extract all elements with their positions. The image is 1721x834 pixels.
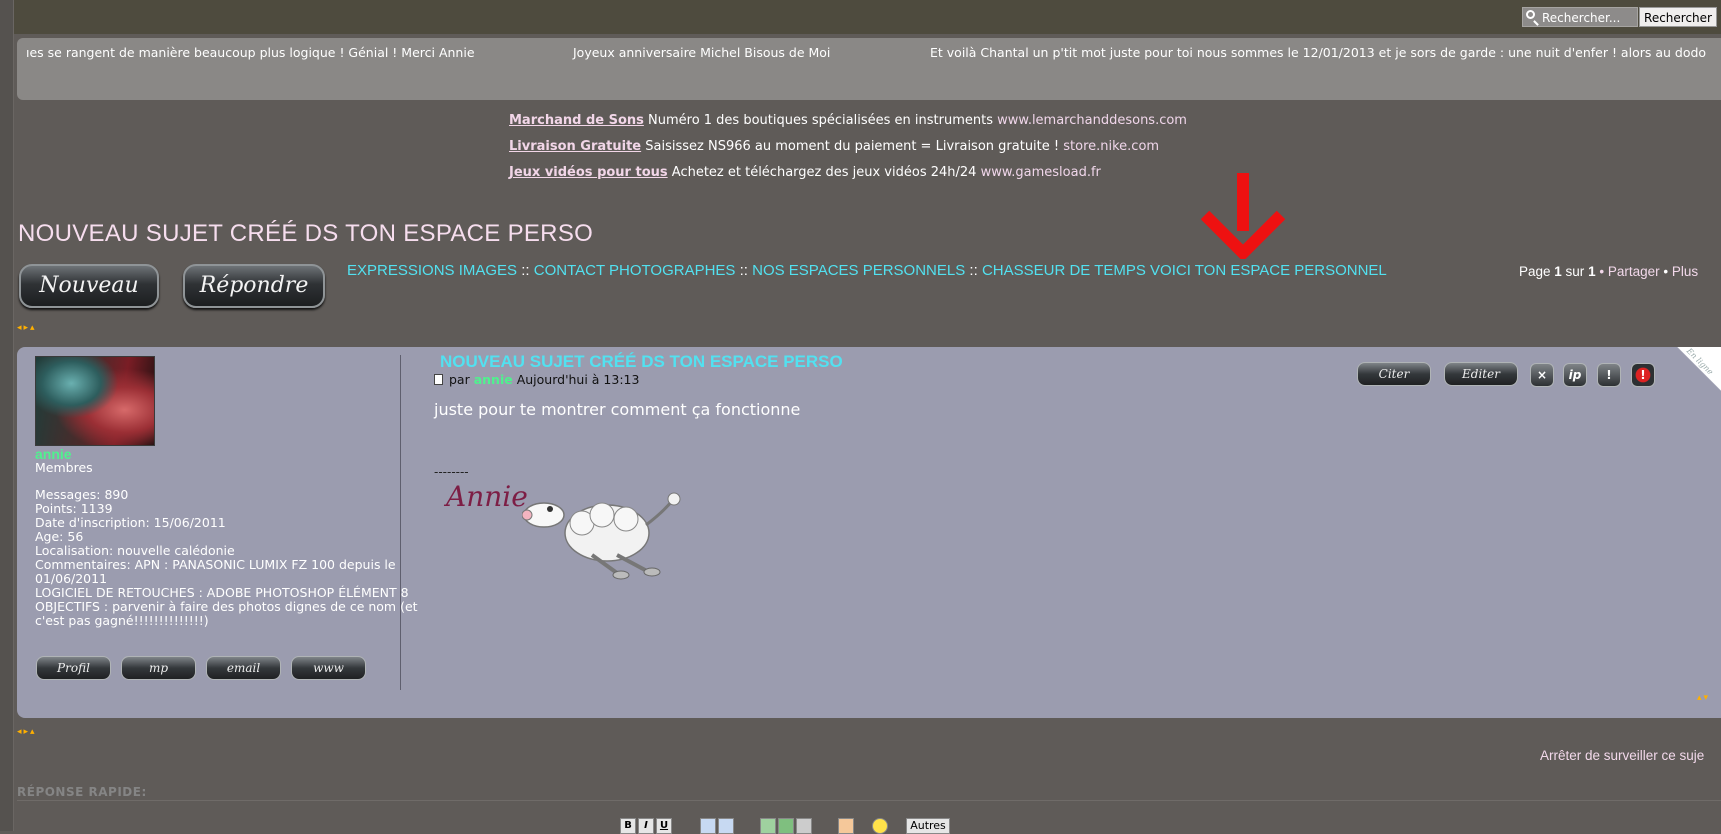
edit-button[interactable]: Editer: [1444, 362, 1518, 386]
ticker-message: Joyeux anniversaire Michel Bisous de Moi: [573, 45, 831, 60]
reply-button[interactable]: Répondre: [183, 264, 325, 308]
link-icon[interactable]: [796, 818, 812, 834]
post: annie Membres Messages: 890 Points: 1139…: [17, 347, 1721, 718]
pm-button[interactable]: mp: [121, 656, 196, 680]
sponsored-links: Marchand de Sons Numéro 1 des boutiques …: [509, 112, 1187, 190]
post-divider: [400, 355, 401, 690]
signature-separator: --------: [434, 465, 469, 479]
align-left-icon[interactable]: [700, 818, 716, 834]
news-ticker: ıes se rangent de manière beaucoup plus …: [17, 38, 1721, 100]
color-icon[interactable]: [838, 818, 854, 834]
breadcrumb-separator: ::: [739, 262, 748, 279]
profile-button[interactable]: Profil: [36, 656, 111, 680]
email-button[interactable]: email: [206, 656, 281, 680]
search-icon: [1526, 10, 1535, 19]
top-bar: [0, 0, 1721, 34]
ip-button[interactable]: ip: [1563, 363, 1587, 387]
quick-reply-title: RÉPONSE RAPIDE:: [17, 785, 147, 799]
post-meta: par annie Aujourd'hui à 13:13: [434, 372, 639, 387]
video-icon[interactable]: [778, 818, 794, 834]
red-arrow-down-icon: [1201, 173, 1285, 259]
ad-title-link[interactable]: Livraison Gratuite: [509, 139, 641, 154]
ad-item: Marchand de Sons Numéro 1 des boutiques …: [509, 112, 1187, 138]
scroll-arrows-icon[interactable]: ▴▾: [1697, 693, 1710, 703]
left-rail: [0, 0, 14, 831]
italic-button[interactable]: I: [638, 818, 654, 834]
post-date: Aujourd'hui à 13:13: [512, 372, 640, 387]
breadcrumb-link[interactable]: CONTACT PHOTOGRAPHES: [534, 262, 736, 279]
quote-button[interactable]: Citer: [1357, 362, 1431, 386]
total-pages: 1: [1588, 264, 1596, 279]
warn-button[interactable]: !: [1631, 363, 1655, 387]
author-info: Messages: 890 Points: 1139 Date d'inscri…: [35, 487, 418, 628]
more-link[interactable]: Plus: [1672, 264, 1698, 279]
breadcrumb-link[interactable]: NOS ESPACES PERSONNELS: [752, 262, 965, 279]
post-body: juste pour te montrer comment ça fonctio…: [434, 400, 801, 419]
ad-url-link[interactable]: www.gamesload.fr: [981, 165, 1101, 180]
ad-title-link[interactable]: Marchand de Sons: [509, 113, 644, 128]
breadcrumb-link[interactable]: EXPRESSIONS IMAGES: [347, 262, 517, 279]
nav-arrows-icon[interactable]: ◂▸▴: [17, 727, 37, 737]
avatar[interactable]: [35, 356, 155, 446]
ad-url-link[interactable]: www.lemarchanddesons.com: [997, 113, 1187, 128]
underline-button[interactable]: U: [656, 818, 672, 834]
ad-text: Numéro 1 des boutiques spécialisées en i…: [643, 113, 998, 128]
report-button[interactable]: !: [1597, 363, 1621, 387]
unwatch-topic-link[interactable]: Arrêter de surveiller ce suje: [1540, 748, 1704, 763]
ad-text: Achetez et téléchargez des jeux vidéos 2…: [667, 165, 981, 180]
smiley-icon[interactable]: [872, 818, 888, 834]
page-title: NOUVEAU SUJET CRÉÉ DS TON ESPACE PERSO: [18, 220, 594, 247]
ad-item: Jeux vidéos pour tous Achetez et télécha…: [509, 164, 1187, 190]
ad-title-link[interactable]: Jeux vidéos pour tous: [509, 165, 668, 180]
image-icon[interactable]: [760, 818, 776, 834]
align-center-icon[interactable]: [718, 818, 734, 834]
share-link[interactable]: Partager: [1608, 264, 1660, 279]
quick-reply-divider: [17, 800, 1721, 801]
post-doc-icon: [434, 374, 443, 385]
online-corner: En ligne: [1673, 347, 1721, 395]
author-rank: Membres: [35, 460, 93, 475]
search-open-button[interactable]: Rechercher...: [1522, 7, 1638, 27]
ticker-message: ıes se rangent de manière beaucoup plus …: [26, 45, 475, 60]
nav-arrows-icon[interactable]: ◂▸▴: [17, 323, 37, 333]
post-title[interactable]: NOUVEAU SUJET CRÉÉ DS TON ESPACE PERSO: [440, 352, 843, 372]
pagination: Page 1 sur 1 • Partager • Plus: [1519, 264, 1699, 279]
ad-text: Saisissez NS966 au moment du paiement = …: [641, 139, 1064, 154]
bold-button[interactable]: B: [620, 818, 636, 834]
breadcrumb-link[interactable]: CHASSEUR DE TEMPS VOICI TON ESPACE PERSO…: [982, 262, 1387, 279]
signature-name: Annie: [446, 480, 528, 513]
others-button[interactable]: Autres: [906, 818, 950, 834]
ad-item: Livraison Gratuite Saisissez NS966 au mo…: [509, 138, 1187, 164]
ticker-message: Et voilà Chantal un p'tit mot juste pour…: [930, 45, 1707, 60]
post-author-link[interactable]: annie: [474, 372, 513, 387]
current-page: 1: [1554, 264, 1562, 279]
www-button[interactable]: www: [291, 656, 366, 680]
breadcrumb-separator: ::: [969, 262, 978, 279]
search-submit-button[interactable]: Rechercher: [1639, 7, 1717, 27]
sheep-icon: [522, 492, 681, 580]
new-topic-button[interactable]: Nouveau: [19, 264, 159, 308]
delete-button[interactable]: ×: [1530, 363, 1554, 387]
breadcrumb-separator: ::: [521, 262, 530, 279]
breadcrumb: EXPRESSIONS IMAGES :: CONTACT PHOTOGRAPH…: [347, 262, 1387, 279]
ad-url-link[interactable]: store.nike.com: [1063, 139, 1159, 154]
